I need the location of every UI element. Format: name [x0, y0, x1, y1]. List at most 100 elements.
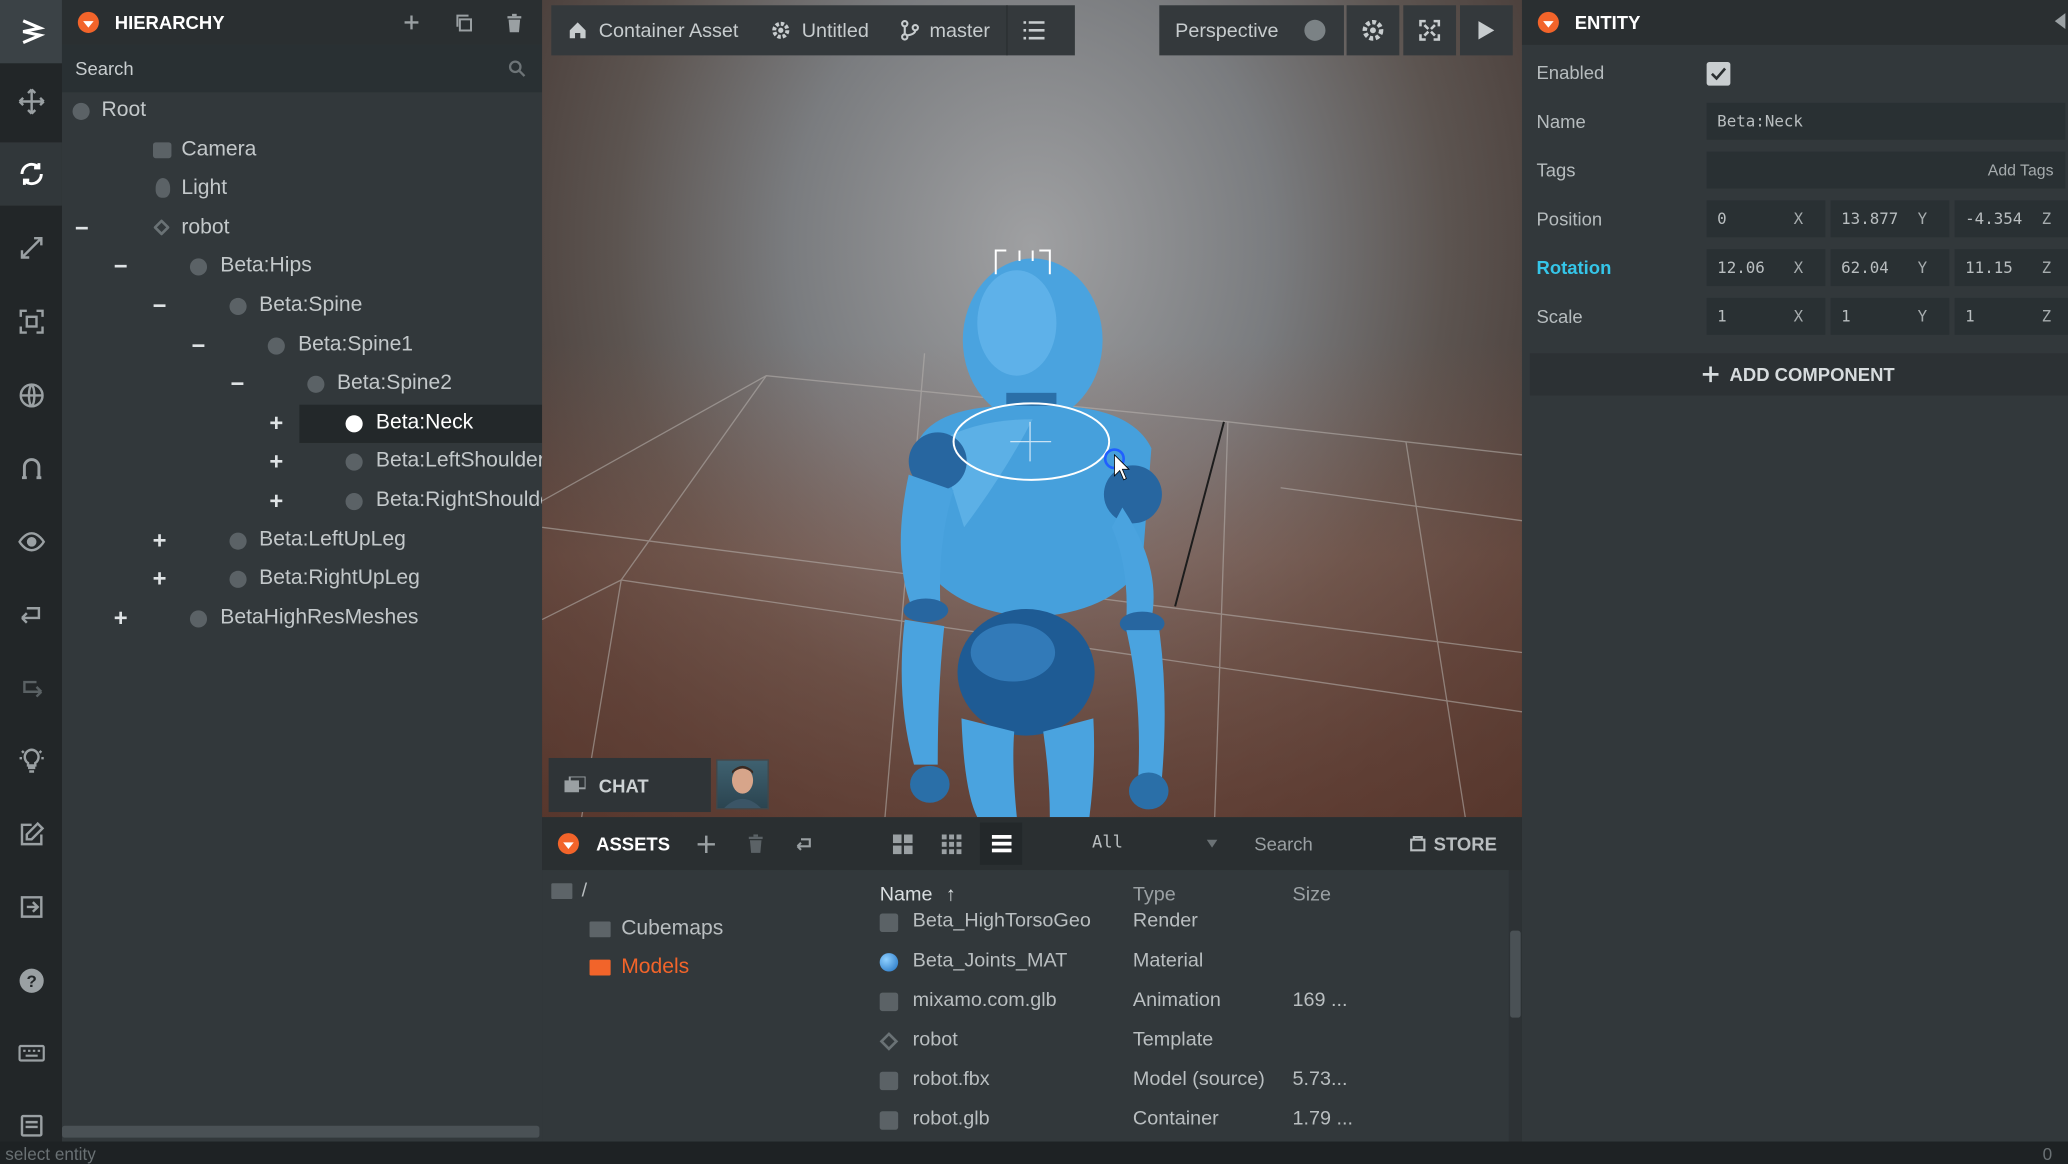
rotation-y-input[interactable]: 62.04 Y: [1830, 249, 1950, 287]
entity-icon: [345, 493, 363, 511]
delete-entity-button[interactable]: [502, 11, 526, 35]
tree-item-beta-rightshoulder[interactable]: + Beta:RightShoulder: [62, 482, 559, 520]
expand-icon[interactable]: +: [111, 606, 129, 630]
column-size[interactable]: Size: [1293, 883, 1331, 905]
scale-x-input[interactable]: 1X: [1706, 297, 1826, 335]
viewport-top-bar: Container Asset Untitled master: [551, 5, 1075, 56]
expand-icon[interactable]: +: [150, 567, 168, 591]
collapse-icon[interactable]: −: [228, 372, 246, 396]
help-icon[interactable]: ?: [0, 949, 62, 1012]
tree-item-camera[interactable]: Camera: [62, 131, 542, 169]
asset-search-input[interactable]: Search: [1254, 833, 1313, 854]
tree-item-beta-neck[interactable]: + Beta:Neck: [269, 404, 543, 443]
tree-item-root[interactable]: Root: [62, 92, 542, 130]
asset-row[interactable]: Beta_HighTorsoGeo Render: [542, 904, 1509, 941]
expand-icon[interactable]: +: [267, 450, 285, 474]
asset-row[interactable]: robot Template: [542, 1023, 1509, 1060]
collapse-icon[interactable]: −: [111, 255, 129, 279]
add-component-button[interactable]: ADD COMPONENT: [1529, 353, 2068, 396]
rotation-z-input[interactable]: 11.15 Z: [1954, 249, 2068, 287]
duplicate-entity-button[interactable]: [451, 11, 475, 35]
translate-tool-icon[interactable]: [0, 70, 62, 133]
root-folder[interactable]: /: [582, 879, 588, 901]
scale-y-input[interactable]: 1Y: [1830, 297, 1950, 335]
expand-icon[interactable]: +: [267, 489, 285, 513]
enabled-checkbox[interactable]: [1706, 61, 1731, 86]
name-input[interactable]: Beta:Neck: [1706, 102, 2066, 140]
publish-icon[interactable]: [0, 875, 62, 938]
collapse-inspector-icon[interactable]: [1537, 11, 1559, 33]
tree-item-beta-spine1[interactable]: − Beta:Spine1: [62, 326, 542, 364]
redo-icon[interactable]: [0, 656, 62, 719]
collapse-icon[interactable]: −: [150, 294, 168, 318]
user-avatar[interactable]: [716, 759, 769, 810]
focus-eye-icon[interactable]: [0, 510, 62, 573]
add-asset-button[interactable]: [696, 834, 716, 860]
scene-list-button[interactable]: [1005, 5, 1071, 56]
scene-link[interactable]: Untitled: [754, 5, 884, 55]
playcanvas-logo-icon[interactable]: [0, 0, 62, 64]
scale-z-input[interactable]: 1Z: [1954, 297, 2068, 335]
tree-item-beta-leftshoulder[interactable]: + Beta:LeftShoulder: [62, 443, 544, 481]
assets-scrollbar[interactable]: [1508, 870, 1522, 1142]
column-name[interactable]: Name ↑: [880, 883, 956, 905]
expand-icon[interactable]: +: [267, 411, 285, 435]
asset-row[interactable]: mixamo.com.glb Animation 169 ...: [542, 983, 1509, 1020]
asset-row[interactable]: robot.fbx Model (source) 5.73...: [542, 1062, 1509, 1099]
keyboard-shortcuts-icon[interactable]: [0, 1022, 62, 1085]
column-type[interactable]: Type: [1133, 883, 1176, 905]
settings-button[interactable]: [1346, 5, 1400, 56]
tags-input[interactable]: Add Tags: [1706, 151, 2066, 189]
tree-item-label: BetaHighResMeshes: [220, 606, 419, 629]
collapse-assets-icon[interactable]: [557, 833, 579, 855]
hierarchy-search-input[interactable]: Search: [61, 44, 543, 93]
resize-element-tool-icon[interactable]: [0, 290, 62, 353]
tree-item-beta-spine2[interactable]: − Beta:Spine2: [62, 365, 542, 403]
large-grid-view-icon[interactable]: [892, 834, 913, 860]
small-grid-view-icon[interactable]: [941, 834, 962, 860]
asset-type: Render: [1132, 909, 1198, 932]
tree-item-beta-spine[interactable]: − Beta:Spine: [62, 287, 542, 325]
details-view-icon[interactable]: [979, 822, 1023, 865]
column-name-label: Name: [879, 883, 933, 906]
position-z-input[interactable]: -4.354 Z: [1954, 200, 2068, 238]
position-x-input[interactable]: 0X: [1706, 200, 1826, 238]
rotate-tool-icon[interactable]: [0, 142, 62, 206]
tree-item-beta-leftupleg[interactable]: + Beta:LeftUpLeg: [62, 521, 542, 559]
asset-row[interactable]: Beta_Joints_MAT Material: [542, 944, 1509, 981]
render-icon: [879, 913, 899, 932]
collapse-panel-icon[interactable]: [77, 11, 99, 33]
fullscreen-button[interactable]: [1403, 5, 1457, 56]
code-editor-icon[interactable]: [0, 803, 62, 866]
undo-icon[interactable]: [0, 583, 62, 646]
launch-button[interactable]: [1460, 5, 1513, 56]
entity-icon: [228, 532, 246, 550]
snap-magnet-icon[interactable]: [0, 436, 62, 499]
viewport-3d[interactable]: Container Asset Untitled master Perspect…: [542, 0, 1522, 818]
tree-item-light[interactable]: Light: [62, 170, 542, 208]
branch-link[interactable]: master: [885, 5, 1006, 55]
scale-tool-icon[interactable]: [0, 216, 62, 279]
chat-button[interactable]: CHAT: [548, 757, 711, 813]
position-y-input[interactable]: 13.877 Y: [1830, 200, 1950, 238]
hierarchy-scrollbar[interactable]: [61, 1125, 540, 1138]
add-entity-button[interactable]: [400, 11, 424, 35]
tree-item-robot[interactable]: − robot: [62, 209, 542, 247]
tree-item-betahighresmeshes[interactable]: + BetaHighResMeshes: [62, 600, 542, 638]
back-icon[interactable]: [794, 833, 815, 861]
tree-item-beta-hips[interactable]: − Beta:Hips: [62, 248, 542, 286]
delete-asset-button[interactable]: [746, 833, 764, 861]
rotation-x-input[interactable]: 12.06 X: [1706, 249, 1826, 287]
collapse-arrow-icon[interactable]: [2054, 13, 2066, 30]
expand-icon[interactable]: +: [150, 528, 168, 552]
store-button[interactable]: STORE: [1410, 833, 1497, 854]
tree-item-beta-rightupleg[interactable]: + Beta:RightUpLeg: [62, 560, 542, 598]
world-coordinates-icon[interactable]: [0, 364, 62, 427]
camera-dropdown[interactable]: Perspective: [1159, 5, 1344, 56]
bake-lightmapper-icon[interactable]: [0, 729, 62, 792]
asset-type-filter[interactable]: All: [1083, 827, 1218, 861]
asset-row[interactable]: robot.glb Container 1.79 ...: [542, 1102, 1509, 1139]
project-link[interactable]: Container Asset: [551, 5, 754, 55]
collapse-icon[interactable]: −: [189, 333, 207, 357]
collapse-icon[interactable]: −: [73, 216, 91, 240]
